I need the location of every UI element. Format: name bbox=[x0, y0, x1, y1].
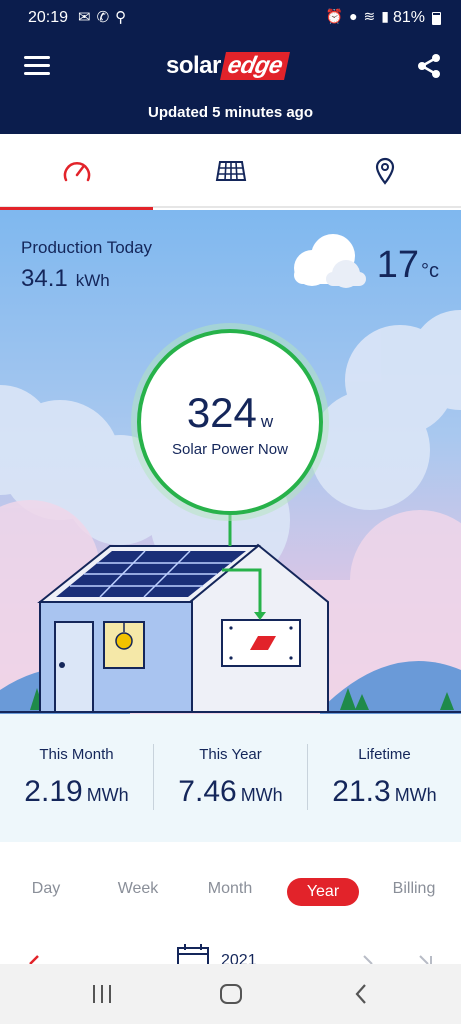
stat-this-month: This Month 2.19 MWh bbox=[0, 714, 153, 842]
period-year[interactable]: Year bbox=[287, 878, 359, 906]
stat-label: Lifetime bbox=[358, 746, 411, 763]
status-system-icons: ⏰ ● ≋ ▮ bbox=[326, 8, 389, 25]
stat-label: This Year bbox=[199, 746, 262, 763]
tab-dashboard[interactable] bbox=[0, 134, 153, 210]
cloud-icon bbox=[294, 234, 366, 288]
power-value: 324 bbox=[186, 389, 257, 436]
solar-panel-grid-icon bbox=[215, 161, 246, 181]
home-button[interactable] bbox=[216, 982, 246, 1006]
signal-icon: ▮ bbox=[381, 8, 389, 24]
last-arrow-icon bbox=[419, 955, 429, 964]
production-scene: Production Today 34.1 kWh 17 °c 324 w Solar… bbox=[0, 210, 461, 714]
period-week[interactable]: Week bbox=[93, 880, 183, 898]
power-unit: w bbox=[260, 412, 274, 431]
logo-edge: edge bbox=[219, 52, 290, 80]
back-button[interactable] bbox=[348, 982, 374, 1006]
light-bulb-icon bbox=[115, 632, 133, 650]
alarm-icon: ⏰ bbox=[325, 8, 344, 24]
previous-arrow-icon bbox=[29, 955, 39, 964]
missed-call-icon: ✆ bbox=[96, 9, 110, 26]
production-today-value: 34.1 kWh bbox=[21, 265, 110, 293]
main-tabs bbox=[0, 134, 461, 210]
home-icon bbox=[220, 984, 242, 1004]
wifi-icon: ≋ bbox=[363, 8, 376, 24]
app-header: solar edge Updated 5 minutes ago bbox=[0, 34, 461, 134]
back-icon bbox=[355, 984, 366, 1004]
solaredge-logo: solar edge bbox=[166, 52, 290, 80]
stat-unit: MWh bbox=[86, 785, 129, 805]
power-label: Solar Power Now bbox=[172, 441, 288, 458]
tab-location[interactable] bbox=[308, 134, 461, 208]
calendar-icon bbox=[177, 947, 209, 964]
status-bar: 20:19 ✉ ✆ ⚲ ⏰ ● ≋ ▮ 81% bbox=[0, 0, 461, 34]
period-selector: Day Week Month Year Billing bbox=[0, 868, 461, 918]
stat-value: 21.3 bbox=[332, 775, 391, 808]
location-icon: ⚲ bbox=[115, 9, 127, 26]
system-navigation-bar bbox=[0, 964, 461, 1024]
logo-solar: solar bbox=[166, 52, 221, 79]
tab-layout[interactable] bbox=[154, 134, 307, 208]
production-value: 34.1 bbox=[21, 265, 68, 292]
mail-icon: ✉ bbox=[78, 9, 91, 26]
production-today-label: Production Today bbox=[21, 238, 153, 257]
production-unit: kWh bbox=[75, 271, 110, 290]
stat-value: 7.46 bbox=[178, 775, 237, 808]
temperature-unit: °c bbox=[421, 260, 439, 282]
period-month[interactable]: Month bbox=[185, 880, 275, 898]
stat-this-year: This Year 7.46 MWh bbox=[154, 714, 307, 842]
status-time: 20:19 bbox=[28, 9, 69, 26]
stat-unit: MWh bbox=[394, 785, 437, 805]
location-pin-icon bbox=[375, 157, 394, 185]
recent-apps-icon bbox=[93, 985, 111, 1003]
menu-icon[interactable] bbox=[24, 56, 50, 76]
solar-power-now-gauge[interactable]: 324 w Solar Power Now bbox=[137, 329, 323, 515]
battery-percent: 81% bbox=[392, 9, 425, 26]
date-navigator: 2021 bbox=[0, 940, 461, 964]
speedometer-icon bbox=[63, 162, 90, 182]
gps-icon: ● bbox=[349, 8, 358, 24]
stat-lifetime: Lifetime 21.3 MWh bbox=[308, 714, 461, 842]
stat-unit: MWh bbox=[240, 785, 283, 805]
selected-year[interactable]: 2021 bbox=[221, 952, 257, 964]
last-updated-text: Updated 5 minutes ago bbox=[147, 104, 314, 121]
status-notification-icons: ✉ ✆ ⚲ bbox=[78, 8, 126, 26]
battery-icon bbox=[432, 12, 441, 25]
stat-label: This Month bbox=[39, 746, 114, 763]
energy-stats: This Month 2.19 MWh This Year 7.46 MWh Lif… bbox=[0, 714, 461, 842]
stat-value: 2.19 bbox=[24, 775, 83, 808]
period-billing[interactable]: Billing bbox=[369, 880, 459, 898]
share-icon[interactable] bbox=[415, 52, 443, 80]
period-day[interactable]: Day bbox=[1, 880, 91, 898]
next-arrow-icon bbox=[363, 955, 373, 964]
temperature-value: 17 bbox=[376, 244, 419, 286]
temperature: 17 °c bbox=[377, 244, 439, 287]
recent-apps-button[interactable] bbox=[88, 982, 116, 1006]
